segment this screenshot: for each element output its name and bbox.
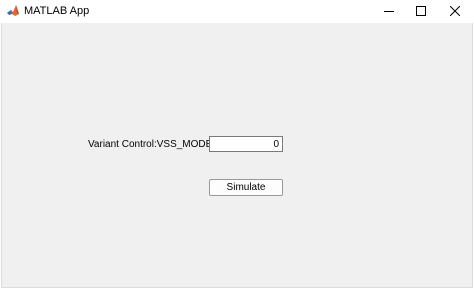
close-icon [449,3,461,21]
variant-value-field[interactable] [209,136,283,152]
window-title: MATLAB App [24,5,90,17]
app-window: MATLAB App Variant Control:VSS_MODE 0 Si… [0,0,474,289]
maximize-button[interactable] [404,0,438,23]
maximize-icon [416,3,426,21]
title-bar[interactable]: MATLAB App [0,0,474,23]
simulate-button[interactable]: Simulate [209,179,283,196]
close-button[interactable] [438,0,472,23]
matlab-logo-icon [6,4,20,18]
minimize-button[interactable] [372,0,406,23]
variant-control-label: Variant Control:VSS_MODE [88,139,213,150]
app-client-area [1,23,473,288]
minimize-icon [384,3,394,21]
